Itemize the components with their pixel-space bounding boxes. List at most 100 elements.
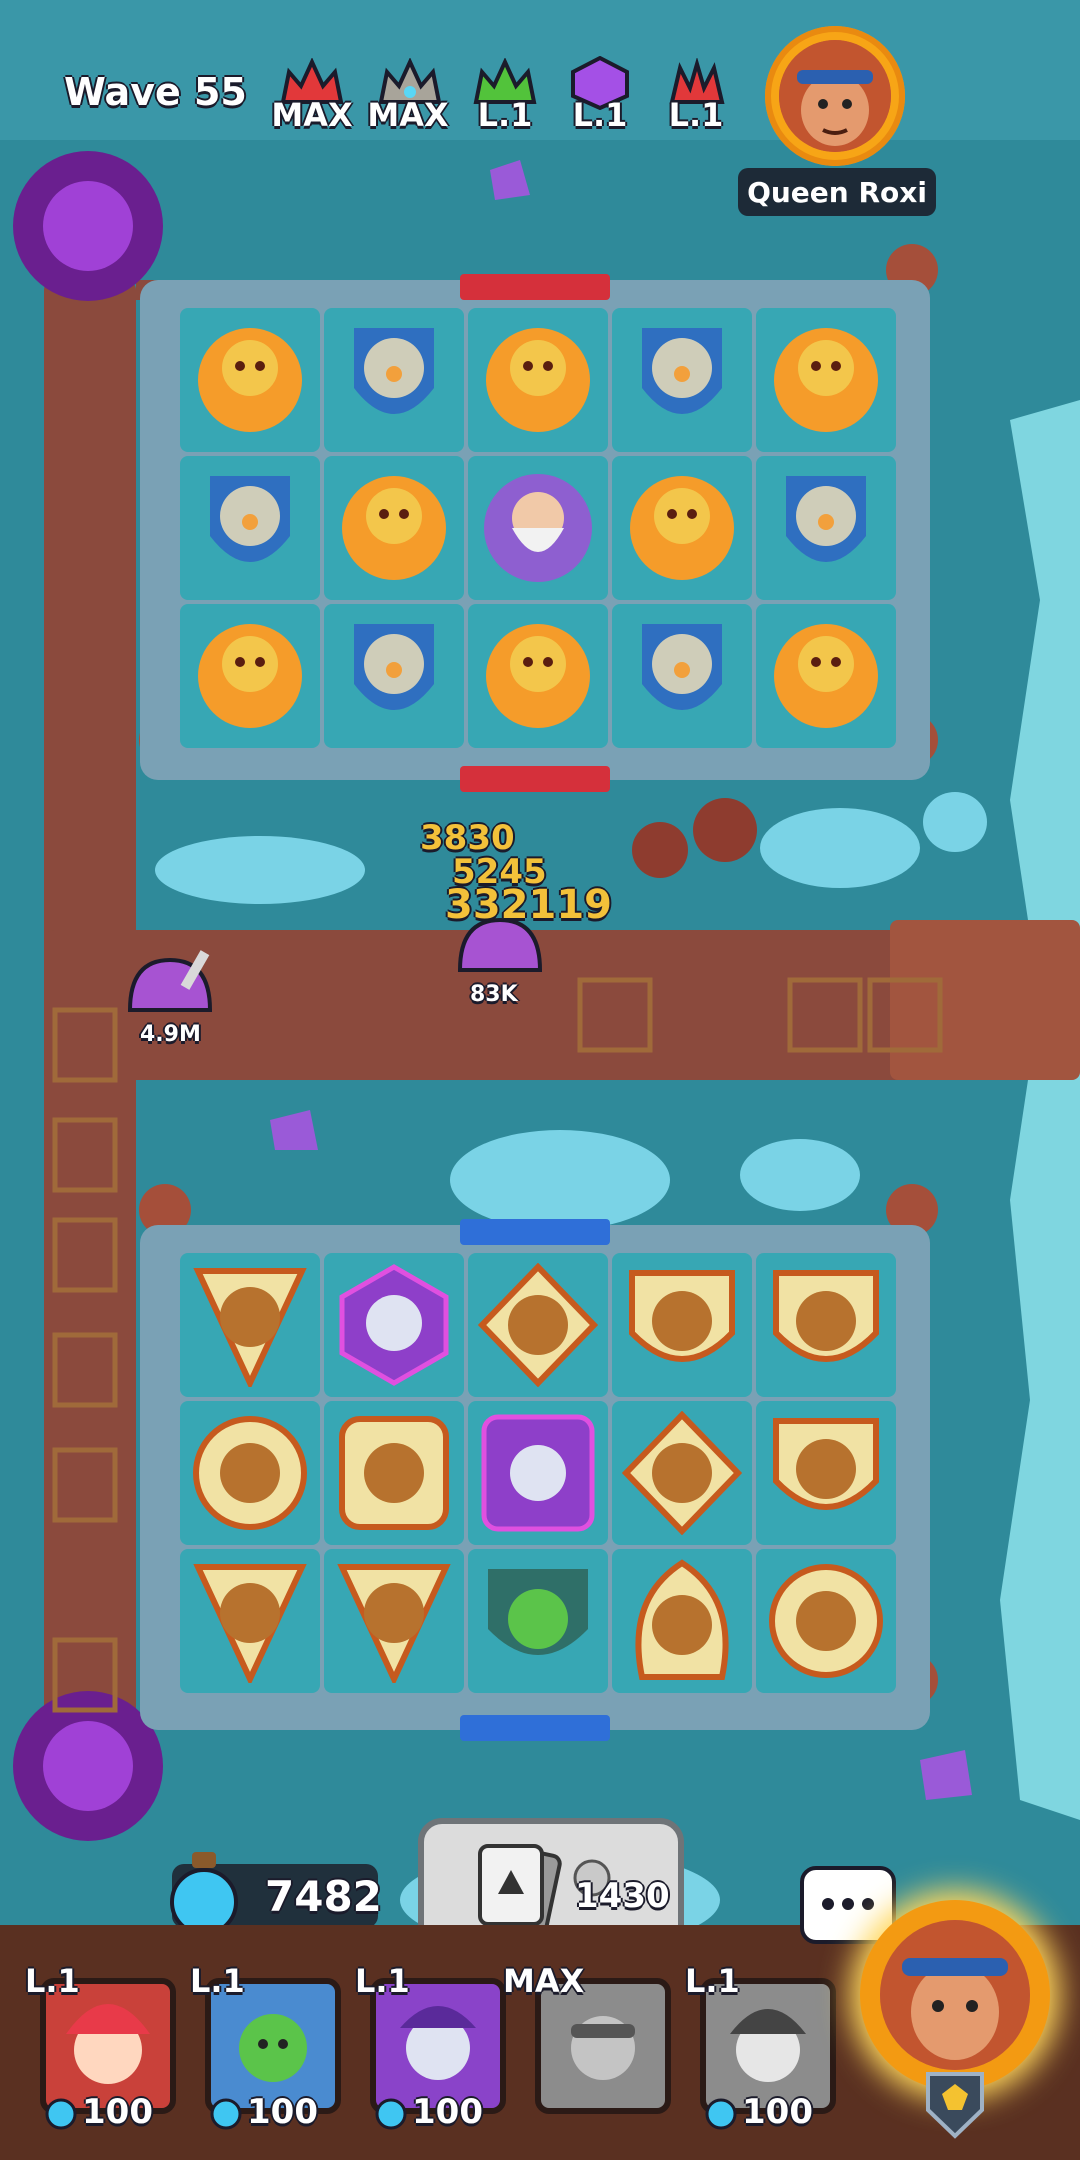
mana-drop-icon: [705, 2098, 737, 2130]
mage-statue-unit-icon: [786, 476, 866, 562]
player-hero-avatar[interactable]: [860, 1900, 1050, 2090]
dryad-unit-icon: [488, 1569, 588, 1655]
mage-statue-unit-icon: [642, 328, 722, 414]
board-cell[interactable]: [180, 604, 320, 748]
board-cell[interactable]: [324, 456, 464, 600]
bear-warrior-unit-icon: [339, 1416, 449, 1530]
bear-warrior-unit-icon: [193, 1268, 307, 1387]
opponent-portrait-icon: [779, 40, 891, 152]
mage-statue-unit-icon: [354, 624, 434, 710]
emote-button[interactable]: [800, 1866, 896, 1944]
rune-level: L.1: [572, 96, 628, 134]
fire-spirit-unit-icon: [342, 476, 446, 580]
mage-statue-unit-icon: [354, 328, 434, 414]
board-cell[interactable]: [612, 1253, 752, 1397]
bear-warrior-unit-icon: [478, 1263, 598, 1387]
opponent-grid: [180, 308, 896, 748]
mana-value: 7482: [265, 1872, 382, 1921]
opponent-board-flag: [460, 766, 610, 792]
board-cell[interactable]: [612, 1401, 752, 1545]
opponent-avatar[interactable]: [765, 26, 905, 166]
board-cell[interactable]: [468, 456, 608, 600]
player-grid: [180, 1253, 896, 1693]
board-cell[interactable]: [180, 1549, 320, 1693]
witch-unit-icon: [481, 1414, 595, 1532]
game-scene: Wave 55 MAX MAX L.1 L.1 L.1 Queen Roxi 4…: [0, 0, 1080, 2160]
wave-counter: Wave 55: [64, 70, 247, 114]
rune-level: L.1: [477, 96, 533, 134]
fire-spirit-unit-icon: [774, 328, 878, 432]
card-level: L.1: [190, 1962, 245, 2000]
fire-spirit-unit-icon: [486, 624, 590, 728]
bear-warrior-unit-icon: [193, 1564, 307, 1683]
opponent-board: [140, 274, 930, 792]
bear-warrior-unit-icon: [337, 1564, 451, 1683]
mana-potion-icon: [170, 1852, 238, 1936]
mana-drop-icon: [375, 2098, 407, 2130]
chat-bubble-icon: [822, 1898, 874, 1910]
board-cell[interactable]: [468, 1253, 608, 1397]
card-level: L.1: [355, 1962, 410, 2000]
card-summon-icon: [478, 1844, 562, 1932]
board-cell[interactable]: [324, 308, 464, 452]
mana-drop-icon: [210, 2098, 242, 2130]
board-cell[interactable]: [756, 604, 896, 748]
player-board-flag: [460, 1715, 610, 1741]
rune-level: MAX: [271, 96, 353, 134]
summon-cost: 1430: [575, 1876, 670, 1916]
hero-portrait-icon: [880, 1920, 1030, 2070]
board-cell[interactable]: [612, 456, 752, 600]
mana-drop-icon: [45, 2098, 77, 2130]
mage-statue-unit-icon: [642, 624, 722, 710]
board-cell[interactable]: [324, 604, 464, 748]
opponent-board-flag: [460, 274, 610, 300]
player-board: [140, 1219, 930, 1741]
rune-level: MAX: [367, 96, 449, 134]
mage-statue-unit-icon: [210, 476, 290, 562]
board-cell[interactable]: [612, 1549, 752, 1693]
card-level: L.1: [685, 1962, 740, 2000]
board-cell[interactable]: [324, 1253, 464, 1397]
player-board-flag: [460, 1219, 610, 1245]
fire-spirit-unit-icon: [630, 476, 734, 580]
card-level: L.1: [25, 1962, 80, 2000]
opponent-name: Queen Roxi: [738, 168, 936, 216]
enemy-hp-label: 4.9M: [140, 1022, 201, 1047]
board-cell[interactable]: [756, 456, 896, 600]
board-cell[interactable]: [468, 308, 608, 452]
fire-spirit-unit-icon: [198, 624, 302, 728]
card-cost: 100: [247, 2092, 318, 2132]
board-cell[interactable]: [468, 604, 608, 748]
witch-unit-icon: [339, 1264, 449, 1386]
enemy-hp-label: 83K: [470, 982, 518, 1007]
hero-rank-badge-icon: [926, 2072, 984, 2139]
card-cost: 100: [742, 2092, 813, 2132]
card-cost: 100: [82, 2092, 153, 2132]
board-cell[interactable]: [612, 308, 752, 452]
card-cost: 100: [412, 2092, 483, 2132]
fire-spirit-unit-icon: [198, 328, 302, 432]
board-cell[interactable]: [324, 1401, 464, 1545]
board-cell[interactable]: [180, 308, 320, 452]
bear-warrior-unit-icon: [773, 1418, 879, 1510]
board-cell[interactable]: [756, 308, 896, 452]
board-cell[interactable]: [468, 1401, 608, 1545]
board-cell[interactable]: [180, 1401, 320, 1545]
board-cell[interactable]: [180, 1253, 320, 1397]
board-cell[interactable]: [468, 1549, 608, 1693]
rogue-unit-icon: [571, 2016, 635, 2080]
bear-warrior-unit-icon: [622, 1411, 742, 1535]
bear-warrior-unit-icon: [769, 1564, 883, 1678]
board-cell[interactable]: [180, 456, 320, 600]
board-cell[interactable]: [756, 1549, 896, 1693]
board-cell[interactable]: [756, 1401, 896, 1545]
bear-warrior-unit-icon: [635, 1559, 729, 1680]
board-cell[interactable]: [756, 1253, 896, 1397]
rune-level: L.1: [668, 96, 724, 134]
fire-spirit-unit-icon: [774, 624, 878, 728]
bear-warrior-unit-icon: [193, 1416, 307, 1530]
board-cell[interactable]: [324, 1549, 464, 1693]
card-level: MAX: [503, 1962, 585, 2000]
board-cell[interactable]: [612, 604, 752, 748]
bear-warrior-unit-icon: [773, 1270, 879, 1362]
